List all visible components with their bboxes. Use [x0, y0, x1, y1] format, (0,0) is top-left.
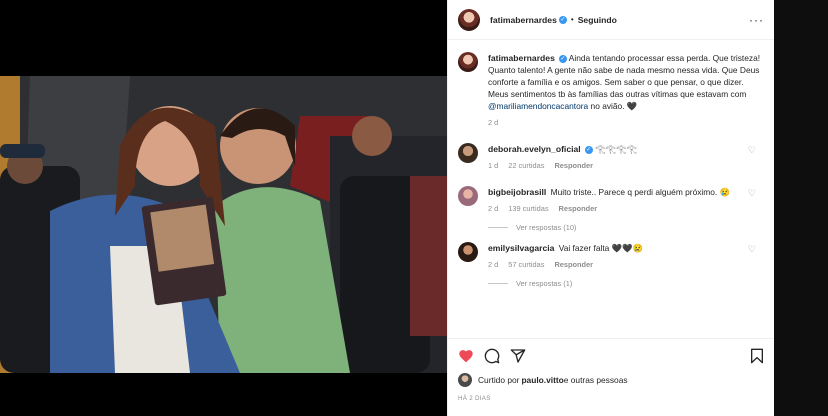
- liked-by-user[interactable]: paulo.vitto: [521, 375, 563, 385]
- liked-by-suffix[interactable]: e outras pessoas: [564, 375, 628, 385]
- comment-likes[interactable]: 22 curtidas: [508, 160, 544, 172]
- comment-icon[interactable]: [484, 348, 500, 364]
- comment-item: deborah.evelyn_oficial ✓ 𓂀𓂀𓂀𓂀 1 d 22 curt…: [458, 143, 764, 172]
- liker-avatar[interactable]: [458, 373, 472, 387]
- caption-text-end: no avião. 🖤: [588, 101, 638, 111]
- heart-filled-icon[interactable]: [458, 349, 474, 363]
- action-bar: [448, 338, 774, 372]
- caption: fatimabernardes ✓ Ainda tentando processa…: [458, 52, 764, 129]
- verified-badge-icon: ✓: [558, 54, 567, 63]
- post-timestamp[interactable]: HÁ 2 DIAS: [458, 395, 491, 402]
- caption-avatar[interactable]: [458, 52, 478, 72]
- photo-illustration: [0, 76, 447, 373]
- view-replies-button[interactable]: Ver respostas (1): [488, 279, 764, 288]
- bookmark-icon[interactable]: [750, 348, 764, 364]
- post-photo[interactable]: [0, 76, 447, 373]
- caption-username[interactable]: fatimabernardes: [488, 53, 555, 63]
- author-username[interactable]: fatimabernardes: [490, 15, 557, 25]
- commenter-username[interactable]: bigbeijobrasill: [488, 187, 546, 197]
- verified-badge-icon: ✓: [558, 15, 567, 24]
- comment-time[interactable]: 2 d: [488, 203, 498, 215]
- caption-mention[interactable]: @mariliamendoncacantora: [488, 101, 588, 111]
- liked-by-prefix: Curtido por: [478, 375, 520, 385]
- share-icon[interactable]: [510, 348, 526, 364]
- following-button[interactable]: Seguindo: [578, 15, 617, 25]
- view-replies-label[interactable]: Ver respostas (10): [516, 223, 576, 232]
- comments-section: fatimabernardes ✓ Ainda tentando processa…: [448, 40, 774, 337]
- comment-like-heart-icon[interactable]: ♡: [748, 188, 756, 199]
- comment-like-heart-icon[interactable]: ♡: [748, 244, 756, 255]
- comment-time[interactable]: 1 d: [488, 160, 498, 172]
- replies-line: [488, 227, 508, 228]
- comment-time[interactable]: 2 d: [488, 259, 498, 271]
- comment-likes[interactable]: 57 curtidas: [508, 259, 544, 271]
- reply-button[interactable]: Responder: [554, 259, 593, 271]
- comment-item: bigbeijobrasill Muito triste.. Parece q …: [458, 186, 764, 215]
- commenter-avatar[interactable]: [458, 186, 478, 206]
- commenter-avatar[interactable]: [458, 242, 478, 262]
- comment-like-heart-icon[interactable]: ♡: [748, 145, 756, 156]
- view-replies-label[interactable]: Ver respostas (1): [516, 279, 572, 288]
- replies-line: [488, 283, 508, 284]
- reply-button[interactable]: Responder: [559, 203, 598, 215]
- page-backdrop: [774, 0, 828, 416]
- post-media-area: [0, 0, 447, 416]
- post-panel: fatimabernardes ✓ • Seguindo ··· fatimab…: [447, 0, 774, 416]
- comment-text: Muito triste.. Parece q perdi alguém pró…: [550, 187, 730, 197]
- commenter-avatar[interactable]: [458, 143, 478, 163]
- comment-item: emilysilvagarcia Vai fazer falta 🖤🖤😢 2 d…: [458, 242, 764, 271]
- caption-time[interactable]: 2 d: [488, 117, 498, 129]
- commenter-username[interactable]: deborah.evelyn_oficial: [488, 144, 581, 154]
- comment-text: Vai fazer falta 🖤🖤😢: [558, 243, 643, 253]
- post-header: fatimabernardes ✓ • Seguindo ···: [448, 0, 774, 40]
- reply-button[interactable]: Responder: [554, 160, 593, 172]
- more-options-icon[interactable]: ···: [749, 13, 764, 27]
- view-replies-button[interactable]: Ver respostas (10): [488, 223, 764, 232]
- liked-by-row: Curtido por paulo.vitto e outras pessoas: [458, 373, 628, 387]
- comment-text: 𓂀𓂀𓂀𓂀: [594, 144, 637, 154]
- separator-dot: •: [570, 15, 574, 24]
- commenter-username[interactable]: emilysilvagarcia: [488, 243, 554, 253]
- comment-likes[interactable]: 139 curtidas: [508, 203, 548, 215]
- verified-badge-icon: ✓: [584, 145, 593, 154]
- author-avatar[interactable]: [458, 8, 480, 31]
